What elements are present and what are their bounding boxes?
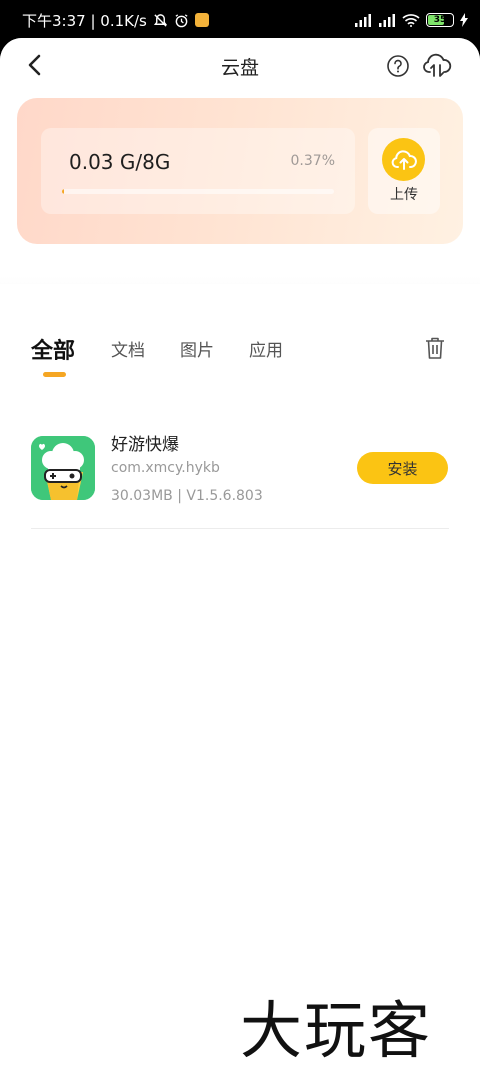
cloud-upload-icon bbox=[391, 149, 417, 170]
tab-apps[interactable]: 应用 bbox=[249, 336, 283, 361]
status-left: 下午3:37 | 0.1K/s bbox=[22, 10, 354, 31]
help-button[interactable] bbox=[384, 52, 412, 80]
status-right: 35 bbox=[354, 13, 468, 27]
chevron-left-icon bbox=[28, 54, 41, 76]
wifi-icon bbox=[402, 13, 420, 27]
help-icon bbox=[387, 55, 409, 77]
alarm-clock-icon bbox=[174, 13, 189, 28]
battery-level: 35 bbox=[433, 15, 447, 25]
mute-bell-icon bbox=[153, 13, 168, 28]
status-time-speed: 下午3:37 | 0.1K/s bbox=[22, 11, 147, 30]
list-divider bbox=[31, 528, 449, 529]
upload-label: 上传 bbox=[390, 187, 418, 203]
header-area: 云盘 0.03 G/8G 0.37% 上传 bbox=[0, 38, 480, 316]
tab-documents[interactable]: 文档 bbox=[111, 336, 145, 361]
active-tab-indicator bbox=[43, 372, 66, 377]
storage-usage-panel: 0.03 G/8G 0.37% bbox=[41, 128, 355, 214]
upload-button[interactable]: 上传 bbox=[368, 128, 440, 214]
cloud-transfer-icon bbox=[423, 53, 452, 77]
cloud-transfer-button[interactable] bbox=[420, 50, 454, 80]
file-size-version: 30.03MB | V1.5.6.803 bbox=[111, 488, 263, 504]
signal-icon bbox=[354, 13, 372, 27]
file-list-section: 全部 文档 图片 应用 好游快爆 com.xmcy.hykb 30.03MB |… bbox=[0, 284, 480, 1067]
navigation-bar: 云盘 bbox=[0, 38, 480, 94]
battery-icon: 35 bbox=[426, 13, 454, 27]
storage-usage-text: 0.03 G/8G bbox=[69, 150, 171, 174]
install-button[interactable]: 安装 bbox=[357, 452, 448, 484]
status-bar: 下午3:37 | 0.1K/s 35 bbox=[0, 0, 480, 40]
storage-usage-percent: 0.37% bbox=[290, 153, 335, 169]
file-package-name: com.xmcy.hykb bbox=[111, 460, 220, 476]
charging-bolt-icon bbox=[460, 13, 468, 27]
file-name: 好游快爆 bbox=[111, 435, 179, 455]
popcorn-character-icon bbox=[31, 436, 95, 500]
notification-app-icon bbox=[194, 13, 209, 27]
back-button[interactable] bbox=[20, 50, 50, 80]
page-title: 云盘 bbox=[220, 56, 259, 79]
watermark-text: 大玩客 bbox=[240, 994, 433, 1067]
upload-circle bbox=[382, 138, 425, 181]
tab-images[interactable]: 图片 bbox=[180, 336, 214, 361]
storage-card: 0.03 G/8G 0.37% 上传 bbox=[17, 98, 463, 244]
category-tabs: 全部 文档 图片 应用 bbox=[0, 306, 480, 377]
trash-icon bbox=[426, 337, 444, 359]
storage-progress-bar bbox=[62, 189, 334, 194]
delete-button[interactable] bbox=[421, 333, 449, 363]
tab-all[interactable]: 全部 bbox=[31, 333, 75, 365]
list-item[interactable]: 好游快爆 com.xmcy.hykb 30.03MB | V1.5.6.803 … bbox=[0, 422, 480, 530]
signal-icon-2 bbox=[378, 13, 396, 27]
app-screen: 云盘 0.03 G/8G 0.37% 上传 全部 文档 图片 应用 好游快爆 c… bbox=[0, 38, 480, 1067]
storage-progress-fill bbox=[62, 189, 64, 194]
